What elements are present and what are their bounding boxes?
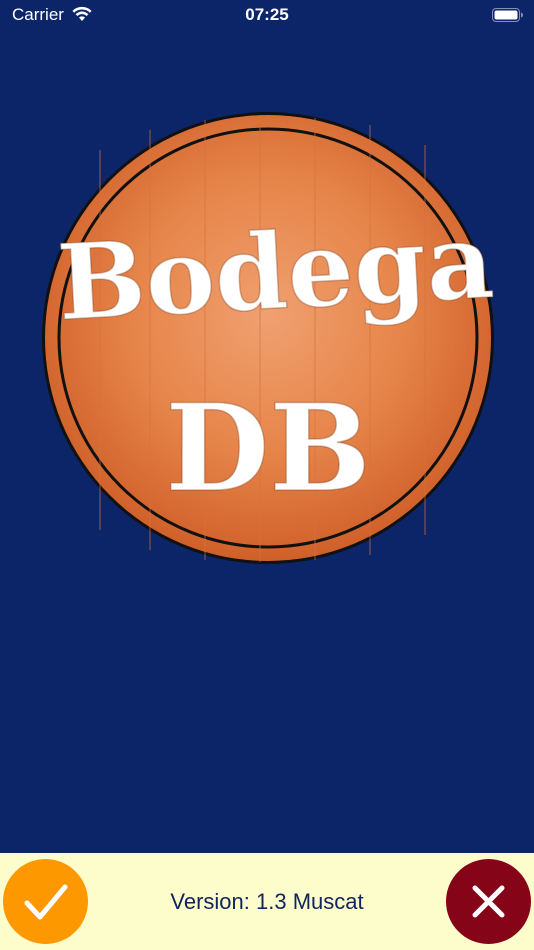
footer-bar: Version: 1.3 Muscat (0, 853, 534, 950)
checkmark-icon (24, 884, 68, 920)
battery-icon (492, 7, 524, 23)
accept-button[interactable] (3, 859, 88, 944)
status-time: 07:25 (245, 5, 289, 24)
logo-bodega-text: Bodega (55, 199, 496, 345)
status-bar: Carrier 07:25 (0, 0, 534, 32)
bodega-db-logo: Bodega DB (40, 110, 497, 566)
close-icon (472, 885, 505, 918)
close-button[interactable] (446, 859, 531, 944)
logo-db-text: DB (165, 378, 371, 519)
splash-screen: Carrier 07:25 Bodega DB Version: 1.3 Mus… (0, 0, 534, 950)
version-label: Version: 1.3 Muscat (170, 889, 364, 914)
